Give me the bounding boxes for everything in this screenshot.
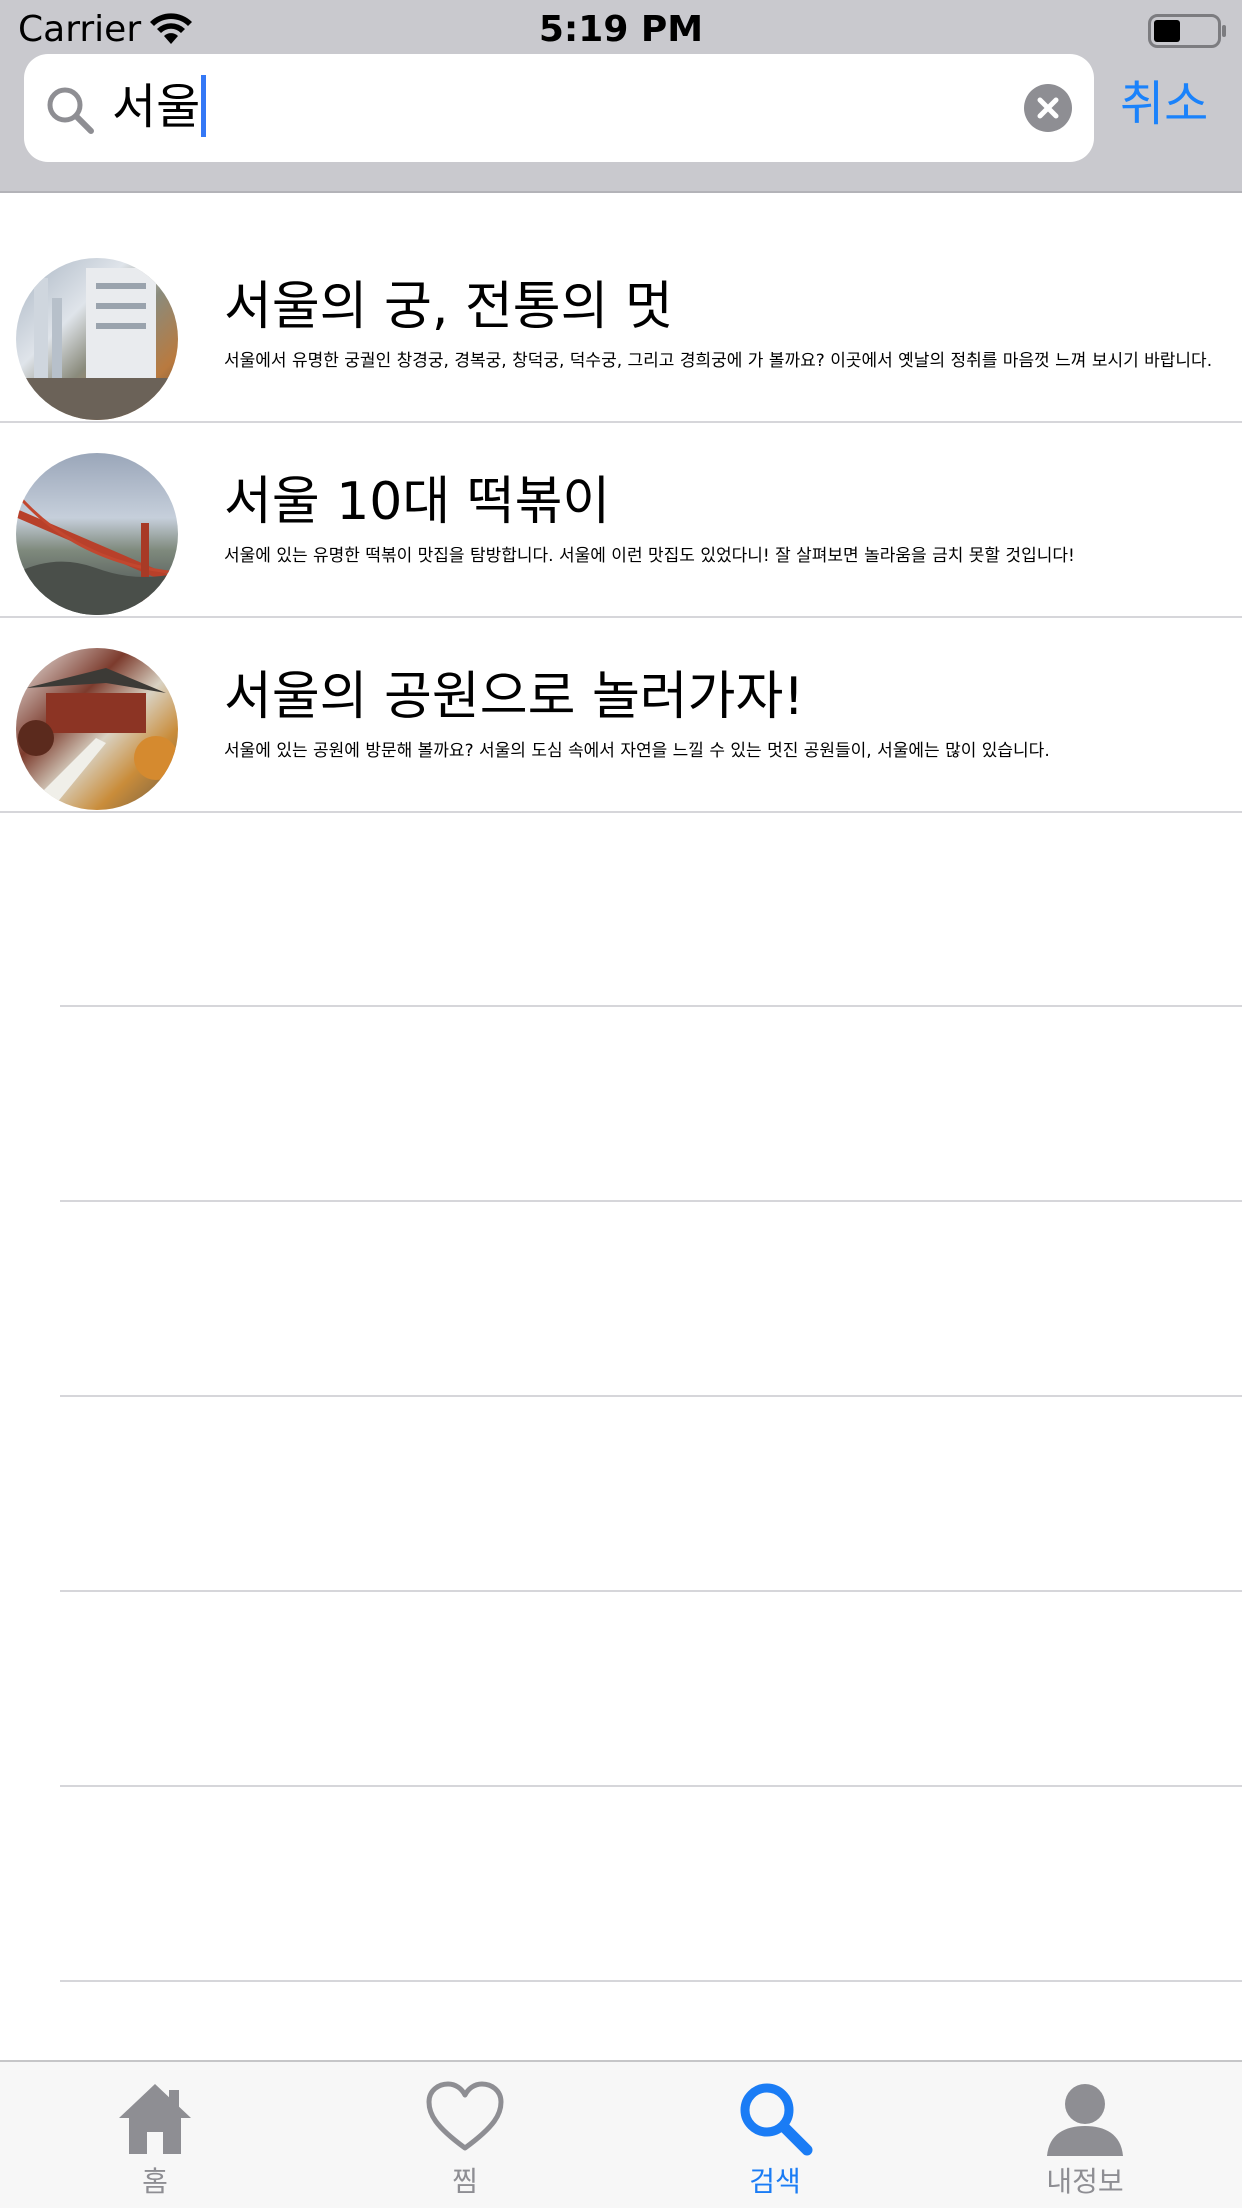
search-icon: [740, 2083, 813, 2156]
result-row[interactable]: 서울 10대 떡볶이 서울에 있는 유명한 떡볶이 맛집을 탐방합니다. 서울에…: [0, 423, 1242, 618]
empty-table-rows: [60, 812, 1242, 1982]
result-title: 서울의 궁, 전통의 멋: [224, 277, 673, 337]
empty-row: [60, 1592, 1242, 1787]
results-list: 서울의 궁, 전통의 멋 서울에서 유명한 궁궐인 창경궁, 경복궁, 창덕궁,…: [0, 228, 1242, 813]
empty-row: [60, 812, 1242, 1007]
empty-row: [60, 1397, 1242, 1592]
tab-bar: 홈 찜 검색 내정보: [0, 2060, 1242, 2208]
result-thumbnail: [16, 648, 178, 810]
search-query: 서울: [112, 79, 201, 135]
result-description: 서울에 있는 유명한 떡볶이 맛집을 탐방합니다. 서울에 이런 맛집도 있었다…: [224, 546, 1075, 566]
clear-button[interactable]: [1024, 84, 1072, 132]
tab-label: 찜: [452, 2165, 478, 2198]
tab-profile[interactable]: 내정보: [930, 2062, 1240, 2208]
search-header: Carrier 5:19 PM 서울 취소: [0, 0, 1242, 193]
result-thumbnail: [16, 258, 178, 420]
empty-row: [60, 1202, 1242, 1397]
tab-favorites[interactable]: 찜: [310, 2062, 620, 2208]
tab-search[interactable]: 검색: [620, 2062, 930, 2208]
cancel-button[interactable]: 취소: [1120, 68, 1208, 140]
home-icon: [119, 2084, 191, 2154]
empty-row: [60, 1007, 1242, 1202]
tab-label: 검색: [749, 2165, 801, 2198]
result-row[interactable]: 서울의 궁, 전통의 멋 서울에서 유명한 궁궐인 창경궁, 경복궁, 창덕궁,…: [0, 228, 1242, 423]
search-screen: Carrier 5:19 PM 서울 취소 서울의 궁, 전통의 멋 서울에서 …: [0, 0, 1242, 2208]
empty-row: [60, 1787, 1242, 1982]
search-input[interactable]: 서울: [112, 74, 207, 140]
battery-icon: [1148, 14, 1226, 48]
search-icon: [47, 87, 94, 134]
heart-icon: [426, 2081, 504, 2151]
result-title: 서울 10대 떡볶이: [224, 472, 611, 532]
tab-label: 홈: [142, 2165, 168, 2198]
tab-home[interactable]: 홈: [0, 2062, 310, 2208]
result-description: 서울에 있는 공원에 방문해 볼까요? 서울의 도심 속에서 자연을 느낄 수 …: [224, 741, 1050, 761]
status-time: 5:19 PM: [538, 9, 704, 50]
clear-icon: [1037, 97, 1059, 119]
result-row[interactable]: 서울의 공원으로 놀러가자! 서울에 있는 공원에 방문해 볼까요? 서울의 도…: [0, 618, 1242, 813]
result-thumbnail: [16, 453, 178, 615]
tab-label: 내정보: [1046, 2165, 1124, 2198]
text-caret: [201, 75, 207, 137]
result-title: 서울의 공원으로 놀러가자!: [224, 667, 805, 727]
person-icon: [1047, 2084, 1123, 2156]
result-description: 서울에서 유명한 궁궐인 창경궁, 경복궁, 창덕궁, 덕수궁, 그리고 경희궁…: [224, 351, 1213, 371]
search-field[interactable]: 서울: [24, 54, 1094, 162]
